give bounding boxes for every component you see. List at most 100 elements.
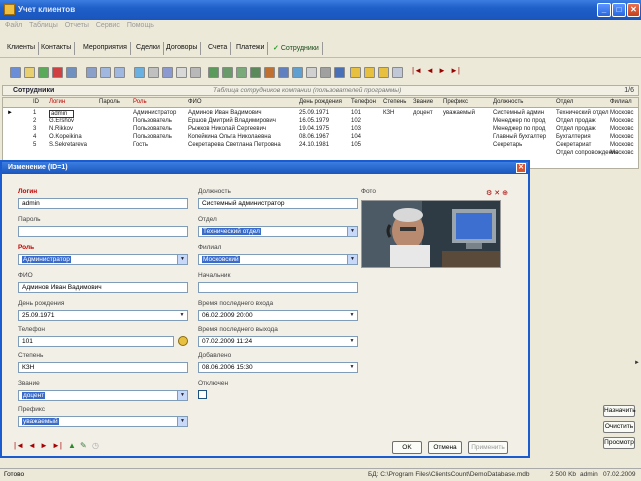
column-icon[interactable] [350, 67, 361, 78]
chevron-down-icon[interactable]: ▼ [347, 337, 357, 346]
photo-open-icon[interactable]: ⚙ [486, 190, 492, 197]
birthday-picker[interactable]: 25.09.1971 ▼ [18, 310, 188, 321]
col-role[interactable]: Роль [133, 99, 147, 105]
table-cell[interactable]: 2 [33, 118, 36, 124]
table-cell[interactable]: 104 [351, 134, 361, 140]
dialog-next-icon[interactable]: ► [40, 441, 48, 450]
table-cell[interactable]: Секретариат [556, 142, 591, 148]
col-rank[interactable]: Звание [413, 99, 433, 105]
table-cell[interactable]: 4 [33, 134, 36, 140]
table-cell[interactable]: Гость [133, 142, 148, 148]
table-cell[interactable]: 105 [351, 142, 361, 148]
table-icon[interactable] [208, 67, 219, 78]
col-login[interactable]: Логин [49, 99, 65, 105]
columns-icon[interactable] [392, 67, 403, 78]
rank-select[interactable]: доцент ▼ [18, 390, 188, 401]
chevron-down-icon[interactable]: ▼ [177, 255, 187, 264]
maximize-button[interactable]: □ [612, 3, 626, 17]
table-cell[interactable]: Ершов Дмитрий Владимирович [188, 118, 276, 124]
preview-icon[interactable] [320, 67, 331, 78]
dialog-first-icon[interactable]: |◄ [14, 441, 24, 450]
menu-tables[interactable]: Таблицы [29, 22, 58, 29]
col-prefix[interactable]: Префикс [443, 99, 468, 105]
table-cell[interactable]: 102 [351, 118, 361, 124]
tab-employees[interactable]: Сотрудники [270, 42, 323, 55]
first-record-icon[interactable]: |◄ [412, 66, 422, 75]
view-icon[interactable] [236, 67, 247, 78]
table-cell[interactable]: Рыжков Николай Сергеевич [188, 126, 266, 132]
menu-help[interactable]: Помощь [127, 22, 154, 29]
col-password[interactable]: Пароль [99, 99, 120, 105]
table-cell[interactable]: Московс [610, 110, 634, 116]
table-row[interactable]: 3 N.Rikkov Пользователь Рыжков Николай Серг… [3, 126, 638, 134]
chevron-down-icon[interactable]: ▼ [177, 417, 187, 426]
role-select[interactable]: Администратор ▼ [18, 254, 188, 265]
photo-zoom-icon[interactable]: ⊕ [502, 190, 508, 197]
table-cell[interactable]: Менеджер по прод [493, 126, 545, 132]
table-cell[interactable]: 24.10.1981 [299, 142, 329, 148]
table-cell[interactable]: S.Sekretareva [49, 142, 87, 148]
dialog-clock-icon[interactable]: ◷ [92, 441, 99, 450]
degree-field[interactable]: КЗН [18, 362, 188, 373]
menu-reports[interactable]: Отчеты [65, 22, 89, 29]
table-cell[interactable]: 25.09.1971 [299, 110, 329, 116]
col-degree[interactable]: Степень [383, 99, 406, 105]
dialog-prev-icon[interactable]: ◄ [28, 441, 36, 450]
tab-clients[interactable]: Клиенты [4, 42, 40, 55]
fio-field[interactable]: Админов Иван Вадимович [18, 282, 188, 293]
table-cell[interactable]: доцент [413, 110, 433, 116]
table-cell[interactable]: Технический отдел [556, 110, 609, 116]
clear-button[interactable]: Очистить [603, 421, 635, 433]
print-icon[interactable] [306, 67, 317, 78]
disabled-checkbox[interactable] [198, 390, 207, 399]
table-cell[interactable]: Менеджер по прод [493, 118, 545, 124]
filter-icon[interactable] [86, 67, 97, 78]
chief-field[interactable] [198, 282, 358, 293]
table-cell[interactable]: Московс [610, 118, 634, 124]
table-cell[interactable]: Системный админ [493, 110, 544, 116]
table-cell[interactable]: 5 [33, 142, 36, 148]
open-icon[interactable] [10, 67, 21, 78]
delete-icon[interactable] [52, 67, 63, 78]
employees-grid[interactable]: ID Логин Пароль Роль ФИО День рождения Т… [2, 97, 639, 169]
table-row[interactable]: Отдел сопровождения Московс [3, 150, 638, 158]
col-phone[interactable]: Телефон [351, 99, 376, 105]
table-cell[interactable]: 101 [351, 110, 361, 116]
login-field[interactable]: admin [18, 198, 188, 209]
col-position[interactable]: Должность [493, 99, 523, 105]
chevron-down-icon[interactable]: ▼ [347, 227, 357, 236]
table-cell[interactable]: Отдел продаж [556, 118, 596, 124]
chevron-down-icon[interactable]: ▼ [177, 391, 187, 400]
chevron-down-icon[interactable]: ▼ [347, 255, 357, 264]
scroll-right-icon[interactable]: ► [634, 360, 640, 370]
column-right-icon[interactable] [378, 67, 389, 78]
table-cell[interactable]: 08.06.1967 [299, 134, 329, 140]
menu-service[interactable]: Сервис [96, 22, 120, 29]
add-icon[interactable] [38, 67, 49, 78]
assign-button[interactable]: Назначить [603, 405, 636, 417]
tab-contacts[interactable]: Контакты [38, 42, 76, 55]
tab-deals[interactable]: Сделки [133, 42, 164, 55]
tab-events[interactable]: Мероприятия [80, 42, 131, 55]
dialog-last-icon[interactable]: ►| [52, 441, 62, 450]
table-cell[interactable]: 19.04.1975 [299, 126, 329, 132]
close-button[interactable]: ✕ [627, 3, 640, 17]
copy-icon[interactable] [148, 67, 159, 78]
table-cell[interactable]: 103 [351, 126, 361, 132]
branch-select[interactable]: Московский ▼ [198, 254, 358, 265]
table-cell[interactable]: Московс [610, 150, 634, 156]
export-icon[interactable] [264, 67, 275, 78]
form-icon[interactable] [250, 67, 261, 78]
phone-field[interactable]: 101 [18, 336, 174, 347]
table-cell[interactable]: КЗН [383, 110, 394, 116]
prefix-select[interactable]: уважаемый ▼ [18, 416, 188, 427]
table-cell[interactable]: Бухгалтерия [556, 134, 591, 140]
menu-file[interactable]: Файл [5, 22, 22, 29]
edit-icon[interactable] [24, 67, 35, 78]
table-row[interactable]: 2 G.Ershov Пользователь Ершов Дмитрий Влади… [3, 118, 638, 126]
col-fio[interactable]: ФИО [188, 99, 202, 105]
tab-contracts[interactable]: Договоры [163, 42, 202, 55]
refresh-icon[interactable] [134, 67, 145, 78]
table-cell[interactable]: N.Rikkov [49, 126, 73, 132]
table-cell[interactable]: Московс [610, 142, 634, 148]
